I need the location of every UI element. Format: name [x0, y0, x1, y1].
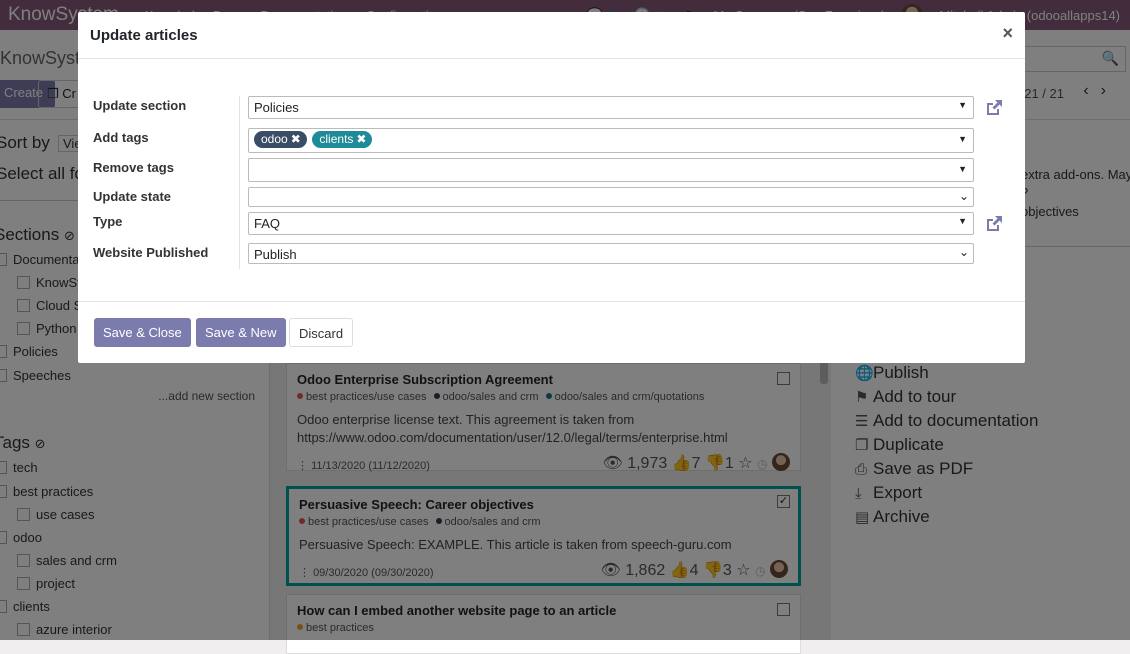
chevron-down-icon[interactable]: ⌄ — [959, 189, 969, 203]
tag-pill-clients: clients ✖ — [312, 131, 373, 148]
remove-tag-icon[interactable]: ✖ — [356, 132, 366, 146]
type-label: Type — [93, 214, 123, 229]
website-published-value: Publish — [254, 247, 297, 262]
caret-down-icon[interactable]: ▼ — [958, 164, 967, 174]
modal-header: Update articles × — [78, 12, 1025, 59]
type-field[interactable]: FAQ ▼ — [248, 212, 974, 235]
tag-pill-odoo: odoo ✖ — [254, 131, 307, 148]
tag-pill-label: odoo — [261, 132, 288, 146]
add-tags-label: Add tags — [93, 130, 149, 145]
chevron-down-icon[interactable]: ⌄ — [959, 245, 969, 259]
close-icon[interactable]: × — [1002, 23, 1013, 44]
type-value: FAQ — [254, 216, 281, 231]
update-state-select[interactable]: ⌄ — [248, 187, 974, 207]
external-link-icon[interactable] — [984, 98, 1004, 118]
website-published-select[interactable]: Publish ⌄ — [248, 243, 974, 264]
label-divider — [239, 96, 240, 269]
remove-tag-icon[interactable]: ✖ — [291, 132, 301, 146]
update-section-field[interactable]: Policies ▼ — [248, 96, 974, 119]
update-section-label: Update section — [93, 98, 187, 113]
remove-tags-label: Remove tags — [93, 160, 174, 175]
website-published-label: Website Published — [93, 245, 209, 260]
discard-button[interactable]: Discard — [289, 318, 354, 347]
update-articles-dialog: Update articles × Update section Policie… — [78, 12, 1025, 363]
remove-tags-field[interactable]: ▼ — [248, 158, 974, 182]
external-link-icon[interactable] — [984, 214, 1004, 234]
tag-pill-label: clients — [319, 132, 354, 146]
update-state-label: Update state — [93, 189, 172, 204]
caret-down-icon[interactable]: ▼ — [958, 100, 967, 110]
save-new-button[interactable]: Save & New — [196, 318, 286, 347]
modal-title: Update articles — [90, 27, 198, 44]
caret-down-icon[interactable]: ▼ — [958, 216, 967, 226]
update-section-value: Policies — [254, 100, 299, 115]
add-tags-field[interactable]: odoo ✖ clients ✖ ▼ — [248, 128, 974, 153]
caret-down-icon[interactable]: ▼ — [958, 134, 967, 144]
modal-footer: Save & Close Save & New Discard — [78, 301, 1025, 363]
save-close-button[interactable]: Save & Close — [94, 318, 191, 347]
